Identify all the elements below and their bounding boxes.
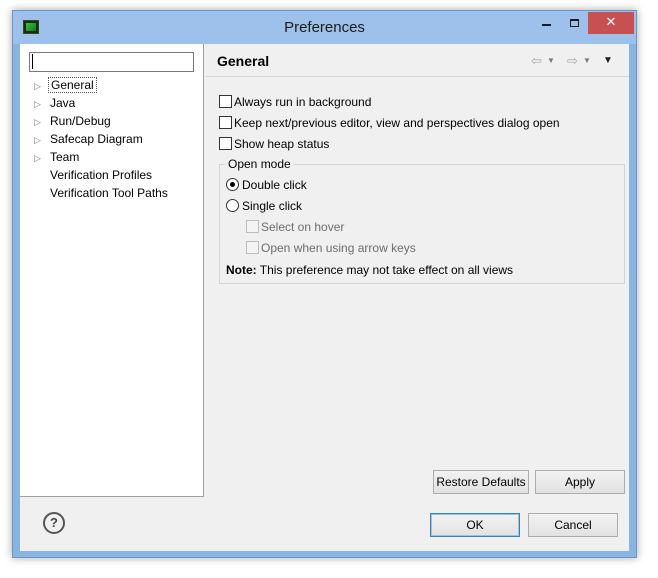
expand-arrow-icon[interactable]: ▷ [34, 131, 48, 149]
tree-item-label: General [48, 77, 97, 93]
option-label: Always run in background [234, 95, 372, 109]
option-label: Keep next/previous editor, view and pers… [234, 116, 560, 130]
open-using-arrow-keys-option: Open when using arrow keys [246, 239, 416, 257]
page-header: General ⇦ ▼ ⇨ ▼ ▼ [205, 44, 629, 77]
ok-button[interactable]: OK [430, 513, 520, 537]
checkbox [246, 220, 259, 233]
option-label: Single click [242, 199, 303, 213]
expand-arrow-icon[interactable]: ▷ [34, 113, 48, 131]
forward-dropdown-icon[interactable]: ▼ [583, 56, 591, 65]
checkbox[interactable] [219, 116, 232, 129]
group-legend: Open mode [225, 155, 294, 173]
tree-item-label: Java [50, 96, 76, 110]
tree-item-label: Team [50, 150, 80, 164]
page-title: General [217, 53, 270, 69]
minimize-button[interactable] [533, 12, 559, 34]
tree-item-general[interactable]: ▷ General [34, 76, 97, 94]
tree-item-verification-tool-paths[interactable]: Verification Tool Paths [34, 184, 170, 202]
radio-button[interactable] [226, 199, 239, 212]
option-label: Double click [242, 178, 307, 192]
forward-arrow-icon[interactable]: ⇨ [567, 53, 578, 69]
show-heap-status-option[interactable]: Show heap status [219, 135, 329, 153]
keep-dialog-open-option[interactable]: Keep next/previous editor, view and pers… [219, 114, 560, 132]
restore-defaults-button[interactable]: Restore Defaults [433, 470, 529, 494]
checkbox[interactable] [219, 137, 232, 150]
option-label: Select on hover [261, 220, 345, 234]
preferences-window: Preferences ✕ ▷ General ▷ Java ▷ Run/Debug … [12, 10, 637, 558]
radio-button[interactable] [226, 178, 239, 191]
option-label: Open when using arrow keys [261, 241, 416, 255]
help-icon[interactable]: ? [43, 512, 65, 534]
note-text: Note: This preference may not take effec… [226, 261, 513, 279]
option-label: Show heap status [234, 137, 330, 151]
tree-item-safecap-diagram[interactable]: ▷ Safecap Diagram [34, 130, 145, 148]
expand-arrow-icon[interactable]: ▷ [34, 77, 48, 95]
open-mode-group: Open mode Double click Single click Sele… [219, 155, 625, 284]
apply-button[interactable]: Apply [535, 470, 625, 494]
preference-tree-pane: ▷ General ▷ Java ▷ Run/Debug ▷ Safecap Diagr… [20, 44, 204, 497]
checkbox [246, 241, 259, 254]
maximize-icon [569, 18, 579, 27]
text-cursor [32, 54, 33, 69]
title-bar[interactable]: Preferences ✕ [13, 11, 636, 44]
tree-item-java[interactable]: ▷ Java [34, 94, 77, 112]
back-dropdown-icon[interactable]: ▼ [547, 56, 555, 65]
close-icon: ✕ [605, 14, 617, 29]
tree-item-label: Run/Debug [50, 114, 111, 128]
preference-page: General ⇦ ▼ ⇨ ▼ ▼ Always run in backgrou… [205, 44, 629, 497]
minimize-icon [541, 23, 551, 26]
filter-input[interactable] [29, 52, 194, 72]
expand-arrow-icon[interactable]: ▷ [34, 95, 48, 113]
note-label: Note: [226, 263, 257, 277]
cancel-button[interactable]: Cancel [528, 513, 618, 537]
single-click-option[interactable]: Single click [226, 197, 302, 215]
tree-item-team[interactable]: ▷ Team [34, 148, 81, 166]
back-arrow-icon[interactable]: ⇦ [531, 53, 542, 69]
tree-item-label: Verification Tool Paths [50, 186, 168, 200]
double-click-option[interactable]: Double click [226, 176, 307, 194]
expand-arrow-icon[interactable]: ▷ [34, 149, 48, 167]
close-button[interactable]: ✕ [588, 12, 634, 34]
tree-item-label: Verification Profiles [50, 168, 153, 182]
select-on-hover-option: Select on hover [246, 218, 344, 236]
note-message: This preference may not take effect on a… [259, 263, 514, 277]
tree-item-verification-profiles[interactable]: Verification Profiles [34, 166, 154, 184]
always-run-in-background-option[interactable]: Always run in background [219, 93, 371, 111]
view-menu-icon[interactable]: ▼ [603, 55, 613, 66]
maximize-button[interactable] [561, 12, 587, 34]
dialog-client-area: ▷ General ▷ Java ▷ Run/Debug ▷ Safecap Diagr… [20, 44, 629, 551]
tree-item-run-debug[interactable]: ▷ Run/Debug [34, 112, 113, 130]
tree-item-label: Safecap Diagram [50, 132, 143, 146]
checkbox[interactable] [219, 95, 232, 108]
